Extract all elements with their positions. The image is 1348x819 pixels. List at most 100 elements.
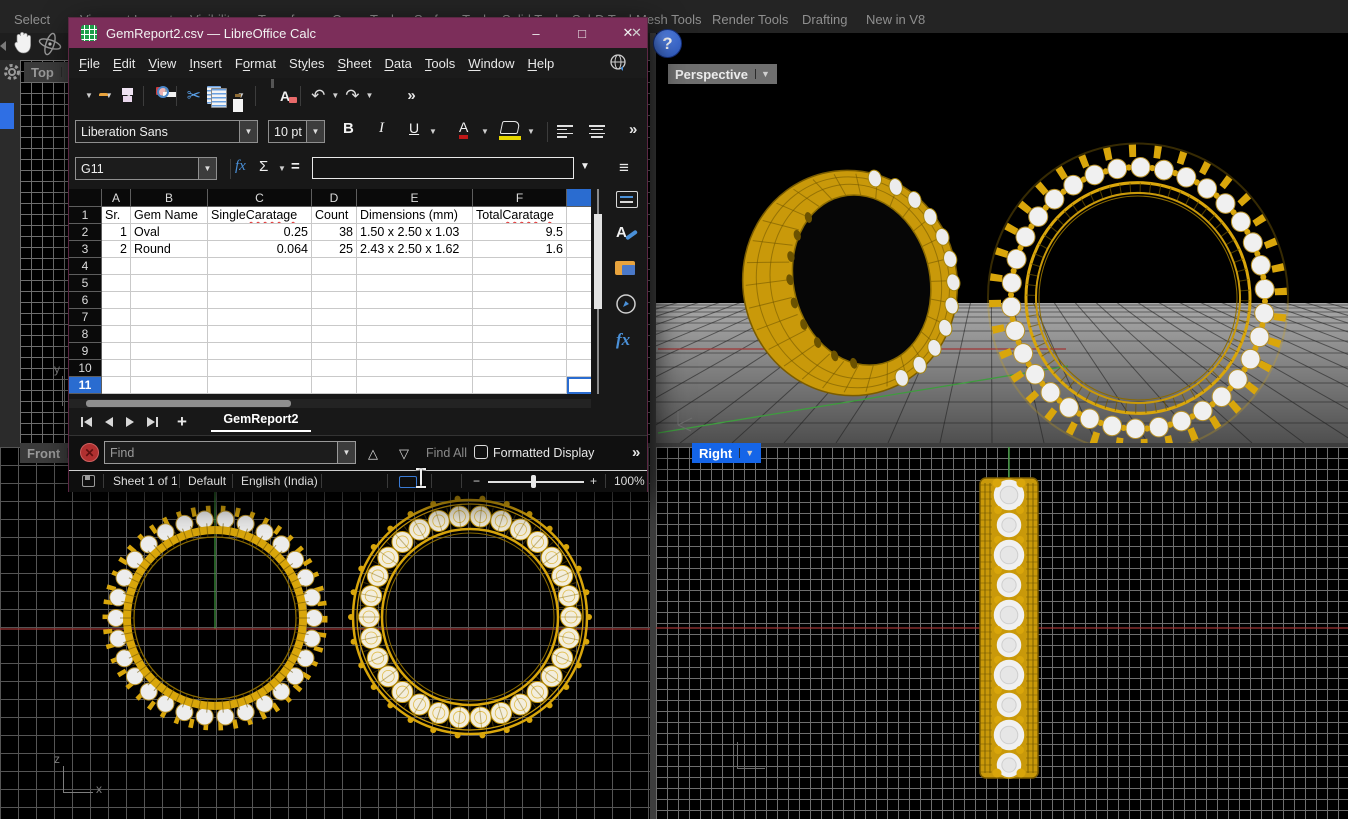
menu-view[interactable]: View [148,56,176,71]
function-wizard-button[interactable]: fx [235,158,246,175]
viewport-divider-vertical[interactable] [650,33,656,819]
menu-format[interactable]: Format [235,56,276,71]
cell-F3[interactable]: 1.6 [473,241,567,258]
cell-B9[interactable] [131,343,208,360]
cell-F5[interactable] [473,275,567,292]
cell-G3[interactable] [567,241,591,258]
redo-button[interactable]: ↷ [345,87,359,104]
row-header-8[interactable]: 8 [69,326,102,343]
cell-E5[interactable] [357,275,473,292]
cell-B3[interactable]: Round [131,241,208,258]
font-color-dropdown-icon[interactable]: ▼ [481,127,489,136]
cell-B6[interactable] [131,292,208,309]
cell-A9[interactable] [102,343,131,360]
bold-button[interactable]: B [343,120,354,137]
formatted-display-checkbox[interactable] [474,445,488,459]
cell-E6[interactable] [357,292,473,309]
cell-B10[interactable] [131,360,208,377]
cell-G4[interactable] [567,258,591,275]
cell-A5[interactable] [102,275,131,292]
title-bar[interactable]: GemReport2.csv — LibreOffice Calc – □ ✕ [69,18,647,48]
find-all-button[interactable]: Find All [426,446,467,460]
cell-D6[interactable] [312,292,357,309]
cell-F8[interactable] [473,326,567,343]
rhino-tab-new-in-v8[interactable]: New in V8 [866,12,925,27]
align-center-button[interactable] [589,125,605,137]
cell-E4[interactable] [357,258,473,275]
column-header-E[interactable]: E [357,189,473,207]
cell-C8[interactable] [208,326,312,343]
cell-A1[interactable]: Sr. [102,207,131,224]
zoom-out-button[interactable]: − [473,474,480,488]
cell-A3[interactable]: 2 [102,241,131,258]
cell-C9[interactable] [208,343,312,360]
cell-E9[interactable] [357,343,473,360]
cell-A2[interactable]: 1 [102,224,131,241]
zoom-slider[interactable] [488,481,584,483]
cell-F1[interactable]: Total Caratage [473,207,567,224]
chevron-down-icon[interactable]: ▼ [739,448,754,458]
chevron-down-icon[interactable]: ▼ [239,121,257,142]
collapse-left-icon[interactable] [0,41,6,51]
functions-icon[interactable]: fx [616,330,630,350]
underline-button[interactable]: U [409,120,419,136]
cell-E10[interactable] [357,360,473,377]
sheet-info[interactable]: Sheet 1 of 1 [113,474,178,488]
highlight-dropdown-icon[interactable]: ▼ [527,127,535,136]
cell-D9[interactable] [312,343,357,360]
cell-G1[interactable] [567,207,591,224]
toolbar-overflow-button[interactable]: » [407,87,415,104]
formula-input[interactable] [312,157,574,179]
menu-help[interactable]: Help [528,56,555,71]
close-button[interactable]: ✕ [608,18,648,48]
zoom-in-button[interactable]: + [590,474,597,488]
undo-dropdown-icon[interactable]: ▼ [331,91,339,100]
cell-A6[interactable] [102,292,131,309]
cell-B4[interactable] [131,258,208,275]
cell-E8[interactable] [357,326,473,343]
zoom-level[interactable]: 100% [614,474,645,488]
chevron-down-icon[interactable]: ▼ [198,158,216,179]
cell-D1[interactable]: Count [312,207,357,224]
close-document-icon[interactable]: ✕ [631,25,642,41]
menu-data[interactable]: Data [384,56,411,71]
sheet-tab-gemreport2[interactable]: GemReport2 [211,412,311,432]
cut-button[interactable]: ✂ [187,87,201,104]
cell-G5[interactable] [567,275,591,292]
sum-dropdown-icon[interactable]: ▼ [278,164,286,173]
cell-F10[interactable] [473,360,567,377]
cell-G7[interactable] [567,309,591,326]
row-header-1[interactable]: 1 [69,207,102,224]
cell-E7[interactable] [357,309,473,326]
menu-edit[interactable]: Edit [113,56,135,71]
viewport-right[interactable] [656,447,1348,819]
highlight-color-icon[interactable] [500,121,521,134]
rhino-tab-select[interactable]: Select [14,12,50,27]
navigator-icon[interactable] [614,292,638,316]
clear-formatting-button[interactable]: A [280,88,290,104]
cell-B7[interactable] [131,309,208,326]
clone-formatting-button[interactable] [266,88,274,103]
column-header-D[interactable]: D [312,189,357,207]
cell-B2[interactable]: Oval [131,224,208,241]
cell-D11[interactable] [312,377,357,394]
menu-insert[interactable]: Insert [189,56,222,71]
underline-dropdown-icon[interactable]: ▼ [429,127,437,136]
cell-F2[interactable]: 9.5 [473,224,567,241]
expand-formula-bar-icon[interactable]: ▼ [580,161,590,172]
chevron-down-icon[interactable]: ▼ [337,442,355,463]
cell-G9[interactable] [567,343,591,360]
previous-sheet-button[interactable] [105,417,113,427]
cell-A8[interactable] [102,326,131,343]
rhino-tab-render-tools[interactable]: Render Tools [712,12,788,27]
name-box[interactable]: G11 ▼ [75,157,217,180]
row-header-6[interactable]: 6 [69,292,102,309]
cell-C3[interactable]: 0.064 [208,241,312,258]
cell-G10[interactable] [567,360,591,377]
cell-F11[interactable] [473,377,567,394]
cell-G8[interactable] [567,326,591,343]
column-header-F[interactable]: F [473,189,567,207]
align-left-button[interactable] [557,125,573,137]
cell-F7[interactable] [473,309,567,326]
menu-styles[interactable]: Styles [289,56,324,71]
